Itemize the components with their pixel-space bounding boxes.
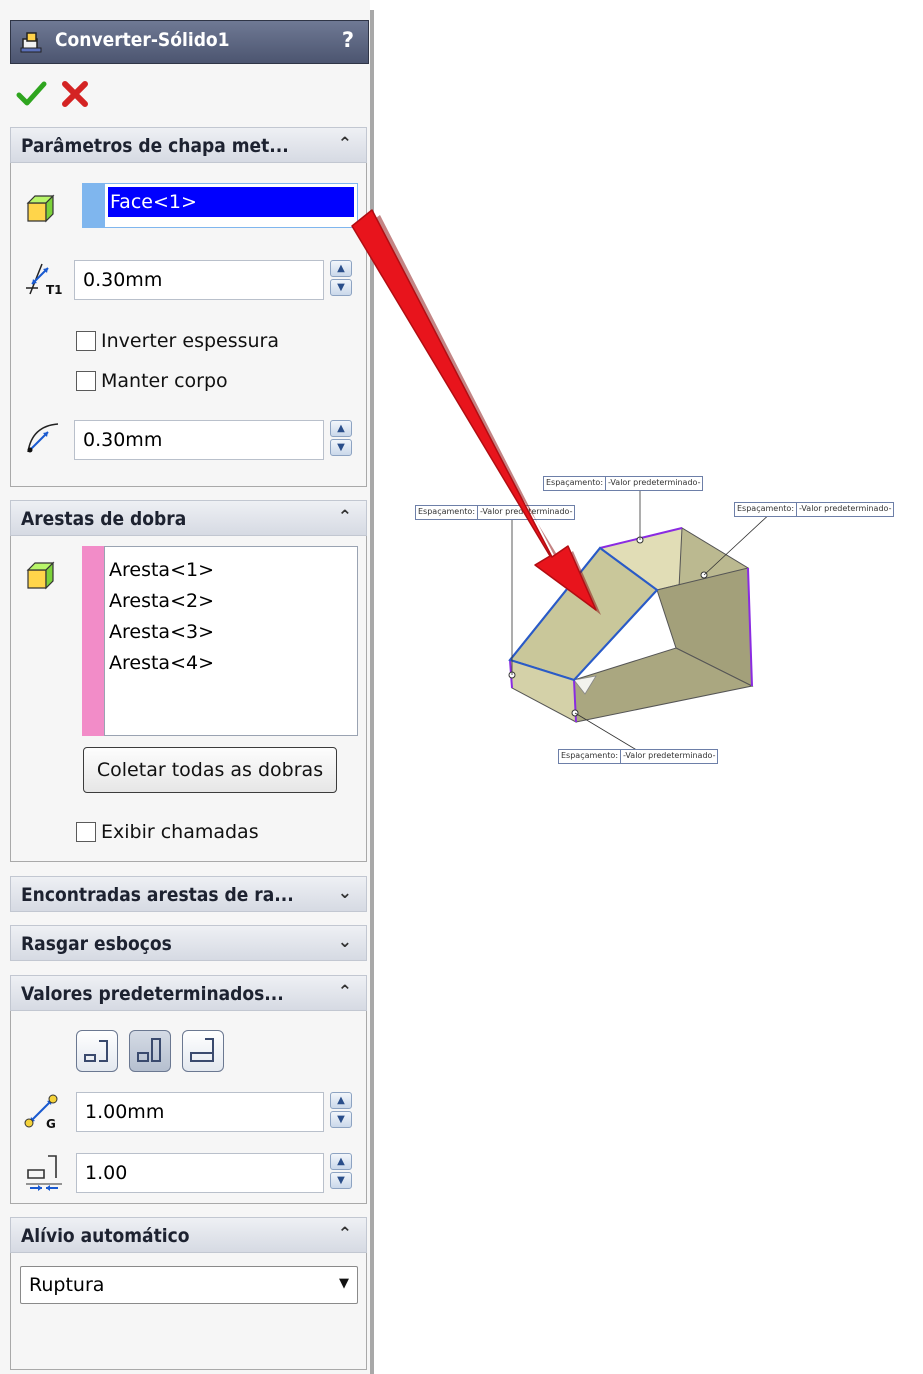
gap-callout[interactable]: Espaçamento:-Valor predeterminado- — [734, 502, 895, 517]
collect-all-bends-button[interactable]: Coletar todas as dobras — [83, 747, 337, 793]
keep-body-checkbox[interactable] — [76, 371, 96, 391]
gap-icon: G — [24, 1094, 58, 1131]
face-selection-box[interactable]: Face<1> — [104, 183, 358, 228]
show-callouts-checkbox[interactable] — [76, 822, 96, 842]
reverse-thickness-checkbox[interactable] — [76, 331, 96, 351]
x-icon[interactable] — [60, 80, 90, 108]
page-title: Converter-Sólido1 — [55, 29, 230, 51]
list-item[interactable]: Aresta<4> — [109, 648, 214, 679]
title-bar: Converter-Sólido1 ? — [10, 20, 369, 64]
section-title: Rasgar esboços — [21, 933, 172, 955]
section-header-rip-edges[interactable]: Encontradas arestas de ra... ⌄ — [10, 876, 367, 912]
gap-input[interactable]: 1.00mm — [76, 1092, 324, 1132]
dropdown-arrow-icon[interactable]: ▼ — [339, 1276, 349, 1291]
relief-type-select[interactable]: Ruptura ▼ — [20, 1266, 358, 1304]
overlap-ratio-spinner[interactable]: ▲ ▼ — [330, 1153, 354, 1193]
thickness-icon: T1 — [26, 263, 63, 297]
section-header-rip-sketches[interactable]: Rasgar esboços ⌄ — [10, 925, 367, 961]
gap-option-icon — [84, 1040, 108, 1062]
check-icon[interactable] — [16, 80, 48, 108]
section-title: Arestas de dobra — [21, 508, 187, 530]
list-item[interactable]: Aresta<2> — [109, 586, 214, 617]
selection-color-bar — [82, 183, 104, 228]
bend-radius-input[interactable]: 0.30mm — [74, 420, 324, 460]
gap-option-icon — [137, 1038, 161, 1062]
section-header-params[interactable]: Parâmetros de chapa met... ⌃ — [10, 127, 367, 163]
list-item[interactable]: Aresta<3> — [109, 617, 214, 648]
bend-edges-list[interactable]: Aresta<1> Aresta<2> Aresta<3> Aresta<4> — [104, 546, 358, 736]
section-title: Valores predeterminados... — [21, 983, 284, 1005]
svg-text:G: G — [46, 1117, 56, 1131]
section-title: Parâmetros de chapa met... — [21, 135, 289, 157]
help-button[interactable]: ? — [342, 28, 354, 52]
chevron-up-icon[interactable]: ⌃ — [338, 982, 352, 1002]
section-header-bend-edges[interactable]: Arestas de dobra ⌃ — [10, 500, 367, 536]
chevron-down-icon[interactable]: ⌄ — [338, 883, 352, 903]
sheet-metal-icon — [20, 32, 42, 53]
face-selection-icon — [26, 194, 55, 223]
section-header-auto-relief[interactable]: Alívio automático ⌃ — [10, 1217, 367, 1253]
section-title: Encontradas arestas de ra... — [21, 884, 294, 906]
section-title: Alívio automático — [21, 1225, 190, 1247]
section-header-defaults[interactable]: Valores predeterminados... ⌃ — [10, 975, 367, 1011]
list-item[interactable]: Aresta<1> — [109, 555, 214, 586]
gap-callout[interactable]: Espaçamento:-Valor predeterminado- — [558, 749, 719, 764]
show-callouts-label: Exibir chamadas — [101, 821, 259, 843]
gap-option-1-button[interactable] — [76, 1030, 118, 1072]
chevron-down-icon[interactable]: ⌄ — [338, 932, 352, 952]
gap-option-2-button[interactable] — [129, 1030, 171, 1072]
bend-radius-icon — [27, 423, 59, 453]
face-item[interactable]: Face<1> — [108, 187, 354, 217]
thickness-input[interactable]: 0.30mm — [74, 260, 324, 300]
property-manager: Converter-Sólido1 ? Parâmetros de chapa … — [0, 0, 370, 1374]
edge-selection-icon — [26, 561, 55, 590]
annotation-arrow-icon — [351, 209, 601, 615]
gap-option-icon — [190, 1038, 214, 1062]
keep-body-label: Manter corpo — [101, 370, 228, 392]
relief-type-value: Ruptura — [29, 1274, 105, 1296]
chevron-up-icon[interactable]: ⌃ — [338, 134, 352, 154]
gap-spinner[interactable]: ▲ ▼ — [330, 1092, 354, 1132]
overlap-ratio-input[interactable]: 1.00 — [76, 1153, 324, 1193]
reverse-thickness-label: Inverter espessura — [101, 330, 280, 352]
svg-text:T1: T1 — [46, 283, 63, 297]
selection-color-bar — [82, 546, 104, 736]
chevron-up-icon[interactable]: ⌃ — [338, 1224, 352, 1244]
gap-option-3-button[interactable] — [182, 1030, 224, 1072]
overlap-ratio-icon — [26, 1155, 62, 1191]
